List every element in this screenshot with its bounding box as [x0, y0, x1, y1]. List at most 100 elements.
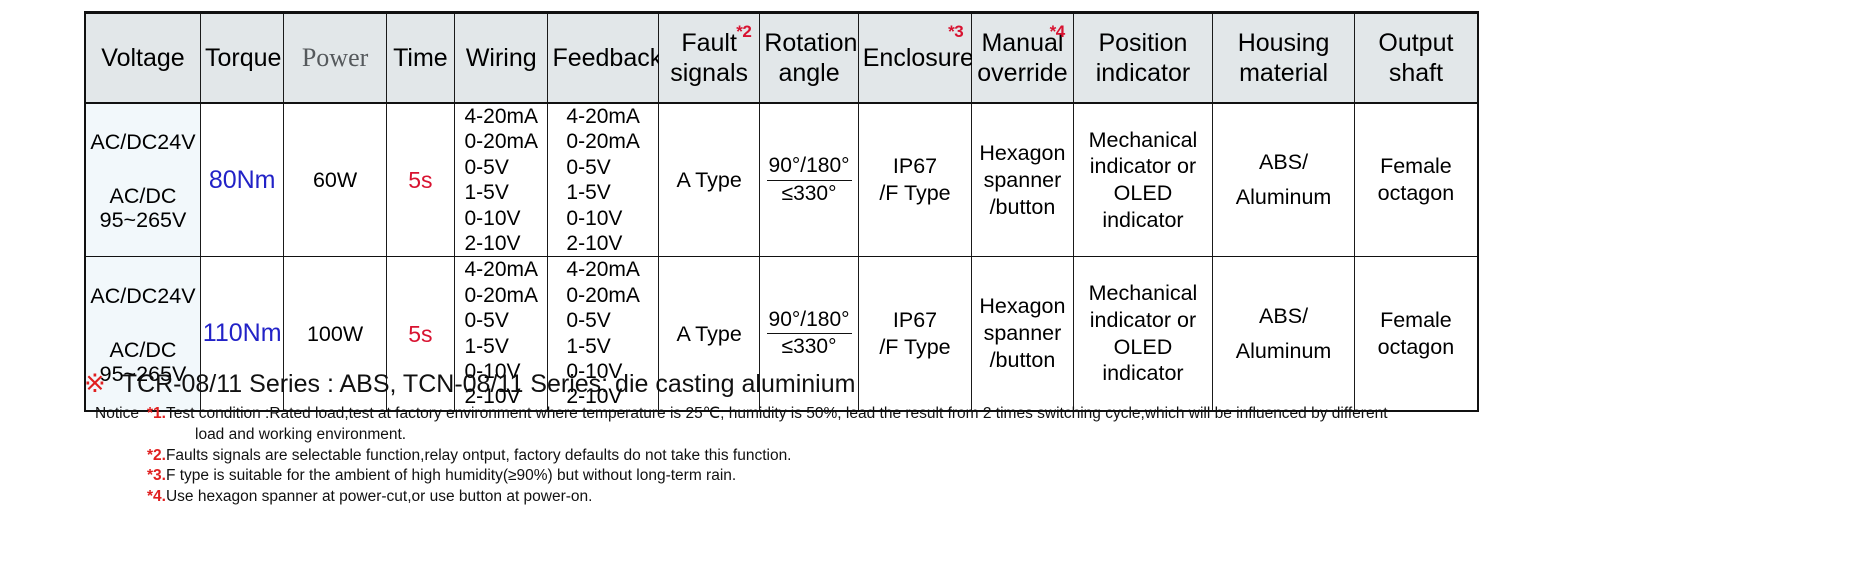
feedback-option: 1-5V: [566, 334, 611, 358]
feedback-option: 0-20mA: [566, 283, 640, 307]
position-indicator-line2: indicator or: [1089, 154, 1197, 179]
feedback-option: 4-20mA: [566, 258, 640, 282]
series-note-text: TCR-08/11 Series : ABS, TCN-08/11 Series…: [121, 370, 856, 398]
output-shaft-line1: Female: [1380, 307, 1452, 332]
table-row: AC/DC24V AC/DC 95~265V 80Nm 60W 5s 4-20m…: [83, 103, 1479, 258]
voltage-secondary-line1: AC/DC: [109, 184, 177, 209]
footnote-marker-3: *3: [948, 22, 964, 41]
enclosure-line2: /F Type: [879, 334, 951, 359]
specification-table: Voltage Torque Power Time Wiring Feedbac…: [83, 11, 1479, 412]
manual-override-line3: /button: [989, 194, 1056, 219]
feedback-option: 0-5V: [566, 309, 611, 333]
header-position-line1: Position: [1098, 29, 1188, 57]
wiring-option: 0-5V: [464, 309, 509, 333]
notice-item-1-continued: load and working environment.: [95, 425, 1515, 445]
feedback-option: 1-5V: [566, 181, 611, 205]
cell-torque: 80Nm: [199, 103, 285, 258]
header-output-shaft: Output shaft: [1353, 11, 1479, 104]
power-value: 100W: [306, 321, 364, 346]
enclosure-line2: /F Type: [879, 181, 951, 206]
wiring-option: 0-20mA: [464, 130, 538, 154]
wiring-option: 0-5V: [464, 155, 509, 179]
header-rotation-line2: angle: [778, 59, 840, 87]
voltage-secondary-line1: AC/DC: [109, 337, 177, 362]
housing-line2: Aluminum: [1235, 185, 1332, 210]
header-time-label: Time: [393, 43, 448, 72]
voltage-primary: AC/DC24V: [90, 283, 196, 308]
cell-position-indicator: Mechanical indicator or OLED indicator: [1072, 103, 1214, 258]
notice-item-3: *3.F type is suitable for the ambient of…: [95, 466, 1515, 486]
output-shaft-line2: octagon: [1377, 181, 1455, 206]
header-voltage-label: Voltage: [101, 43, 185, 72]
header-rotation-angle: Rotation angle: [759, 11, 859, 104]
header-housing-line2: material: [1239, 59, 1329, 87]
header-enclosure: *3 Enclosure: [857, 11, 974, 104]
header-housing-material: Housing material: [1212, 11, 1355, 104]
rotation-angle-denominator: ≤330°: [781, 335, 837, 359]
table-header-row: Voltage Torque Power Time Wiring Feedbac…: [83, 11, 1479, 104]
notice-text-1: Test condition :Rated load,test at facto…: [165, 405, 1388, 422]
header-fault-signals-line2: signals: [670, 59, 749, 87]
footnote-marker-4: *4: [1049, 22, 1066, 41]
feedback-option: 4-20mA: [566, 105, 640, 128]
wiring-option: 2-10V: [464, 232, 521, 256]
header-rotation-line1: Rotation: [764, 29, 858, 57]
notice-number-2: *2.: [147, 446, 166, 464]
enclosure-line1: IP67: [892, 154, 938, 179]
wiring-option: 0-10V: [464, 206, 521, 230]
cell-enclosure: IP67 /F Type: [857, 103, 973, 258]
header-feedback: Feedback: [547, 11, 662, 104]
notice-text-2: Faults signals are selectable function,r…: [165, 446, 792, 464]
feedback-option: 0-20mA: [566, 130, 640, 154]
position-indicator-line2: indicator or: [1089, 307, 1197, 332]
time-value: 5s: [408, 167, 433, 194]
header-torque: Torque: [199, 11, 285, 104]
notice-number-3: *3.: [147, 467, 166, 485]
header-fault-signals-line1: Fault: [681, 29, 737, 57]
position-indicator-line1: Mechanical: [1088, 127, 1198, 152]
header-voltage: Voltage: [83, 11, 201, 104]
wiring-option: 4-20mA: [464, 105, 538, 128]
time-value: 5s: [408, 320, 433, 347]
header-time: Time: [385, 11, 456, 104]
header-wiring: Wiring: [454, 11, 549, 104]
cell-manual-override: Hexagon spanner /button: [971, 103, 1074, 258]
output-shaft-line2: octagon: [1377, 334, 1455, 359]
housing-line2: Aluminum: [1235, 338, 1332, 363]
header-output-line1: Output: [1378, 29, 1454, 57]
fault-signals-value: A Type: [676, 168, 742, 193]
feedback-option: 0-10V: [566, 206, 623, 230]
notice-item-2: *2.Faults signals are selectable functio…: [95, 446, 1515, 466]
notice-text-3: F type is suitable for the ambient of hi…: [165, 467, 737, 485]
enclosure-line1: IP67: [892, 307, 938, 332]
notice-item-1: Notice *1.Test condition :Rated load,test…: [95, 404, 1515, 424]
rotation-angle-fraction: 90°/180° ≤330°: [766, 308, 852, 360]
manual-override-line1: Hexagon: [979, 141, 1066, 166]
cell-time: 5s: [385, 103, 456, 258]
torque-value: 80Nm: [208, 165, 276, 194]
header-output-line2: shaft: [1388, 59, 1444, 87]
cell-housing-material: ABS/ Aluminum: [1212, 103, 1355, 258]
wiring-option: 1-5V: [464, 334, 509, 358]
rotation-angle-numerator: 90°/180°: [766, 154, 852, 181]
wiring-option: 1-5V: [464, 181, 509, 205]
output-shaft-line1: Female: [1380, 154, 1452, 179]
cell-rotation-angle: 90°/180° ≤330°: [759, 103, 859, 258]
notice-text-4: Use hexagon spanner at power-cut,or use …: [165, 488, 593, 506]
header-position-indicator: Position indicator: [1072, 11, 1214, 104]
header-enclosure-label: Enclosure: [862, 43, 974, 72]
cell-voltage: AC/DC24V AC/DC 95~265V: [83, 103, 201, 258]
header-fault-signals: *2 Fault signals: [657, 11, 761, 104]
cell-wiring: 4-20mA 0-20mA 0-5V 1-5V 0-10V 2-10V: [454, 103, 549, 258]
housing-line1: ABS/: [1259, 150, 1309, 175]
position-indicator-line1: Mechanical: [1088, 281, 1198, 306]
cell-output-shaft: Female octagon: [1353, 103, 1479, 258]
wiring-option: 4-20mA: [464, 258, 538, 282]
footnote-marker-2: *2: [736, 22, 752, 41]
notice-list: Notice *1.Test condition :Rated load,test…: [95, 403, 1515, 507]
voltage-secondary-line2: 95~265V: [99, 208, 187, 233]
feedback-option: 0-5V: [566, 155, 611, 179]
rotation-angle-denominator: ≤330°: [781, 181, 837, 205]
position-indicator-line3: OLED indicator: [1102, 181, 1184, 233]
header-manual-override: *4 Manual override: [971, 11, 1074, 104]
